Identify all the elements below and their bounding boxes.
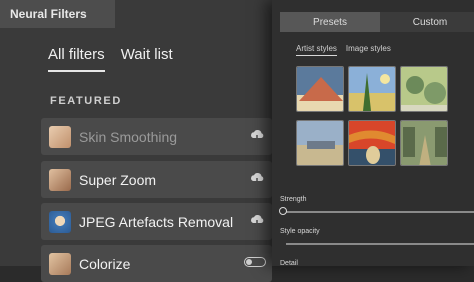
bird-thumbnail xyxy=(49,210,71,233)
filter-row-super-zoom[interactable]: Super Zoom xyxy=(41,161,272,198)
filter-row-colorize[interactable]: Colorize xyxy=(41,245,272,282)
filter-label: Skin Smoothing xyxy=(79,128,178,145)
tab-wait-list[interactable]: Wait list xyxy=(121,46,173,72)
strength-label: Strength xyxy=(280,196,307,203)
panel-title-tab[interactable]: Neural Filters xyxy=(0,0,115,28)
tab-presets[interactable]: Presets xyxy=(280,12,380,32)
cloud-download-icon[interactable] xyxy=(249,171,265,187)
mountain-painting-image xyxy=(297,67,343,111)
face-thumbnail xyxy=(49,168,71,191)
preset-segment-control: Presets Custom xyxy=(280,12,474,32)
style-opacity-slider-track[interactable] xyxy=(286,243,474,245)
style-opacity-label: Style opacity xyxy=(280,228,320,235)
filter-tabs: All filters Wait list xyxy=(48,46,173,72)
section-heading-featured: FEATURED xyxy=(50,95,122,107)
face-thumbnail xyxy=(49,125,71,148)
tab-custom[interactable]: Custom xyxy=(380,12,474,32)
preset-thumbnail[interactable] xyxy=(296,66,344,112)
tab-image-styles[interactable]: Image styles xyxy=(346,44,391,56)
preset-thumbnail[interactable] xyxy=(400,66,448,112)
preset-thumbnail[interactable] xyxy=(348,66,396,112)
filter-label: Super Zoom xyxy=(79,171,157,188)
cloud-download-icon[interactable] xyxy=(249,128,265,144)
neural-filters-panel: Neural Filters All filters Wait list FEA… xyxy=(0,0,272,282)
cloud-download-icon[interactable] xyxy=(249,213,265,229)
preset-thumbnail[interactable] xyxy=(400,120,448,166)
preset-thumbnail[interactable] xyxy=(296,120,344,166)
scream-painting-image xyxy=(349,121,395,165)
filter-row-skin-smoothing[interactable]: Skin Smoothing xyxy=(41,118,272,155)
style-controls: Strength Style opacity Detail xyxy=(272,186,474,267)
strength-slider-handle[interactable] xyxy=(279,207,287,215)
street-painting-image xyxy=(401,121,447,165)
filter-label: Colorize xyxy=(79,255,131,272)
face-thumbnail xyxy=(49,252,71,275)
tab-all-filters[interactable]: All filters xyxy=(48,46,105,72)
garden-painting-image xyxy=(401,67,447,111)
pastoral-painting-image xyxy=(297,121,343,165)
strength-slider-track[interactable] xyxy=(286,211,474,213)
style-sub-tabs: Artist styles Image styles xyxy=(296,44,391,56)
filter-row-jpeg-artefacts-removal[interactable]: JPEG Artefacts Removal xyxy=(41,203,272,240)
cypress-painting-image xyxy=(349,67,395,111)
filter-label: JPEG Artefacts Removal xyxy=(79,213,234,230)
preset-thumbnail[interactable] xyxy=(348,120,396,166)
tab-artist-styles[interactable]: Artist styles xyxy=(296,44,337,56)
